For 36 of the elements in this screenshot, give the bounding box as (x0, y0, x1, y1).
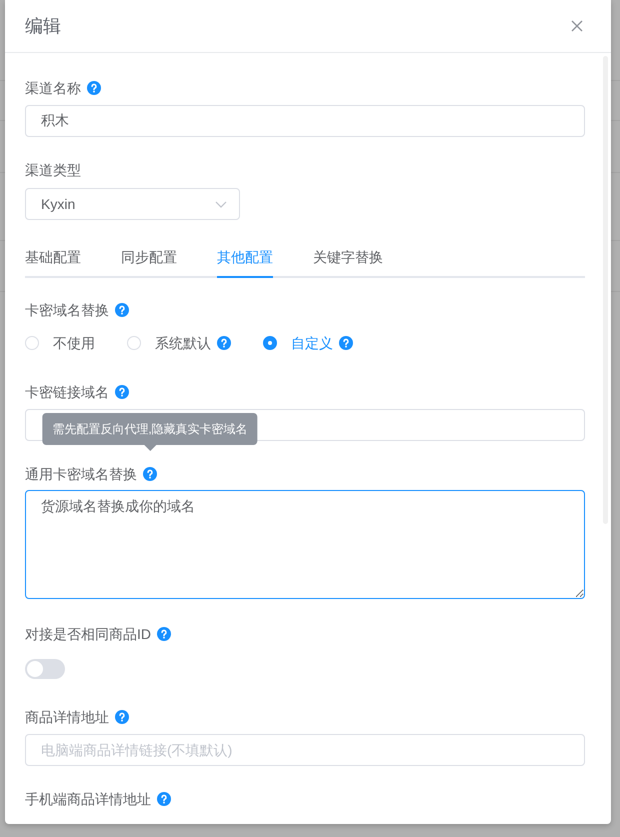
tab[interactable]: 其他配置 (217, 238, 273, 278)
text-input[interactable]: 积木 (25, 105, 585, 137)
help-icon[interactable] (143, 467, 157, 481)
dialog-title: 编辑 (25, 14, 61, 38)
help-icon[interactable] (87, 81, 101, 95)
help-icon[interactable] (217, 336, 231, 350)
field-label: 通用卡密域名替换 (25, 465, 137, 484)
text-area[interactable]: 货源域名替换成你的域名 (25, 490, 585, 599)
field-label: 手机端商品详情地址 (25, 790, 151, 809)
help-icon[interactable] (157, 792, 171, 806)
field-label: 渠道类型 (25, 161, 81, 180)
chevron-down-icon (215, 200, 227, 208)
select-value: Kyxin (41, 194, 76, 214)
help-icon[interactable] (157, 627, 171, 641)
tab[interactable]: 基础配置 (25, 238, 81, 278)
help-icon[interactable] (115, 303, 129, 317)
radio-button[interactable] (263, 336, 277, 350)
radio-label[interactable]: 系统默认 (155, 333, 211, 353)
close-icon (571, 20, 583, 32)
field-label: 商品详情地址 (25, 708, 109, 727)
field-label: 对接是否相同商品ID (25, 625, 151, 644)
close-button[interactable] (569, 18, 585, 34)
field-label: 渠道名称 (25, 79, 81, 98)
tab[interactable]: 同步配置 (121, 238, 177, 278)
help-icon[interactable] (339, 336, 353, 350)
help-icon[interactable] (115, 385, 129, 399)
tab[interactable]: 关键字替换 (313, 238, 383, 278)
field-label: 卡密链接域名 (25, 383, 109, 402)
radio-label[interactable]: 自定义 (291, 333, 333, 353)
text-input[interactable]: 电脑端商品详情链接(不填默认) (25, 734, 585, 766)
tooltip: 需先配置反向代理,隐藏真实卡密域名 (42, 413, 258, 451)
toggle-switch[interactable] (25, 659, 65, 679)
field-label: 卡密域名替换 (25, 301, 109, 320)
radio-label[interactable]: 不使用 (53, 333, 95, 353)
select-field[interactable]: Kyxin (25, 188, 240, 220)
help-icon[interactable] (115, 710, 129, 724)
